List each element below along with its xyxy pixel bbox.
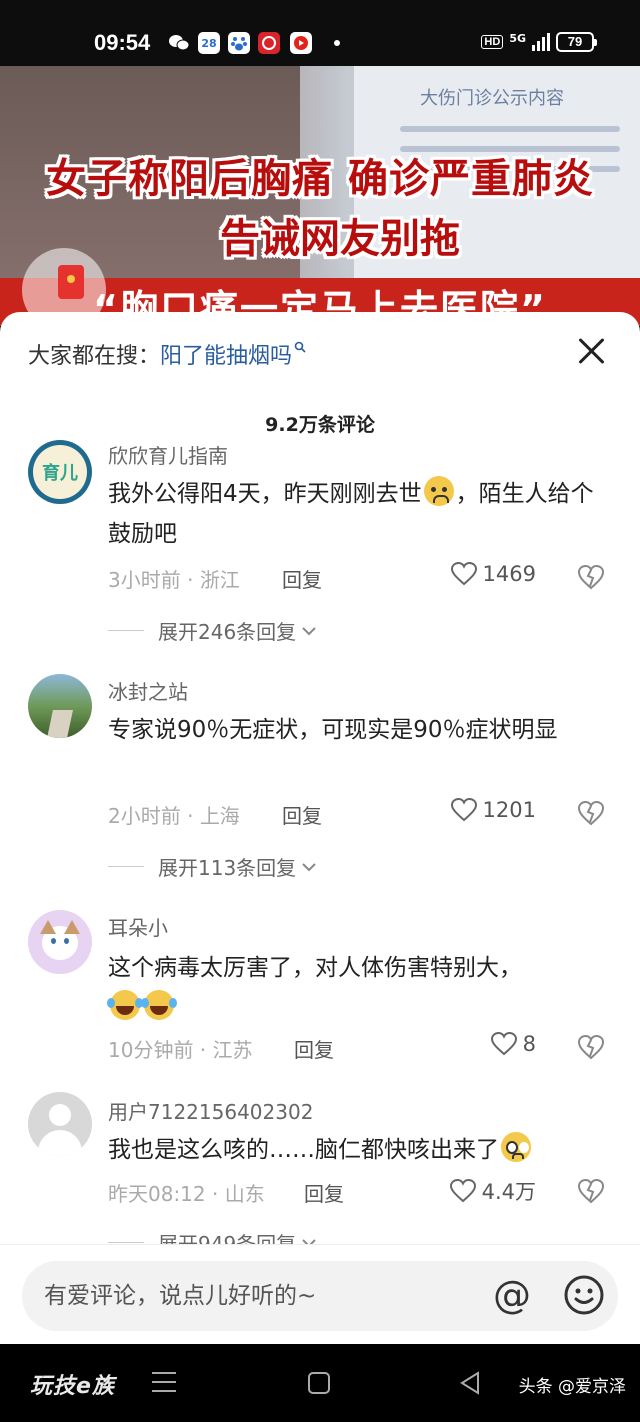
toutiao-watermark: 头条 @爱京泽 [518,1377,626,1397]
heart-icon [450,798,477,822]
hot-search-prefix: 大家都在搜： [28,344,161,369]
video-headline-line2: 告诫网友别拖 [220,216,460,262]
video-app-icon [290,32,312,54]
hot-search-row: 大家都在搜： 阳了能抽烟吗 [28,338,306,370]
menu-icon[interactable] [152,1372,176,1392]
home-icon[interactable] [308,1372,330,1394]
dislike-icon[interactable] [578,800,604,826]
comment-sheet: 大家都在搜： 阳了能抽烟吗 9.2万条评论 育儿 欣欣育儿指南 我外公得阳4天，… [0,312,640,1344]
system-nav-bar: 玩技e族 头条 @爱京泽 [0,1344,640,1422]
dislike-icon[interactable] [578,1034,604,1060]
back-icon[interactable] [458,1370,484,1396]
status-time: 09:54 [94,30,151,55]
dot-icon [326,32,348,54]
comment-text: 我外公得阳4天，昨天刚刚去世 ，陌生人给个鼓励吧 [108,474,608,554]
app-red-icon [258,32,280,54]
reply-button[interactable]: 回复 [282,800,322,829]
heart-icon [490,1032,517,1056]
search-icon [294,341,306,357]
crying-emoji-icon [423,476,454,506]
avatar[interactable] [28,1092,92,1156]
video-headline-line1: 女子称阳后胸痛 确诊严重肺炎 [46,156,594,202]
dislike-icon[interactable] [578,1178,604,1204]
laughing-crying-emoji-icon [141,990,174,1020]
hd-badge: HD [481,35,504,49]
video-board-title: 大伤门诊公示内容 [420,88,564,108]
comment-input-placeholder: 有爱评论，说点儿好听的~ [44,1283,317,1309]
like-count: 1469 [482,562,536,586]
battery-icon: 79 [556,32,597,52]
comment-text: 我也是这么咳的……脑仁都快咳出来了 [108,1130,608,1170]
network-label: 5G [509,31,526,45]
reply-button[interactable]: 回复 [304,1178,344,1207]
like-count: 4.4万 [481,1180,536,1204]
comment-meta: 昨天08:12 · 山东 [108,1182,265,1206]
comment-count: 9.2万条评论 [265,414,375,436]
comment-meta: 2小时前 · 上海 [108,804,240,828]
reply-button[interactable]: 回复 [282,564,322,593]
comment-username[interactable]: 耳朵小 [108,912,168,941]
comment-text: 这个病毒太厉害了，对人体伤害特别大， [107,948,608,1028]
status-right-group: HD 5G 79 [481,31,597,52]
brand-watermark: 玩技e族 [30,1374,115,1399]
comment-meta: 10分钟前 · 江苏 [108,1038,253,1062]
avatar[interactable]: 育儿 [28,440,92,504]
like-count: 1201 [482,798,536,822]
heart-icon [450,562,477,586]
comment-username[interactable]: 冰封之站 [108,676,188,705]
hot-search-link[interactable]: 阳了能抽烟吗 [160,338,292,370]
signal-icon [532,33,550,51]
wechat-icon [168,32,190,54]
comment-username[interactable]: 欣欣育儿指南 [108,440,228,469]
baidu-icon [228,32,250,54]
chevron-down-icon [302,626,316,635]
like-button[interactable]: 8 [490,1032,536,1056]
laughing-crying-emoji-icon [107,990,140,1020]
like-button[interactable]: 1201 [450,798,536,822]
expand-replies[interactable]: 展开113条回复 [108,852,316,881]
red-packet-icon [58,265,84,299]
avatar-text: 育儿 [42,463,78,484]
avatar[interactable] [28,674,92,738]
close-icon[interactable] [576,336,606,366]
like-button[interactable]: 1469 [450,562,536,586]
chevron-down-icon [302,862,316,871]
emoji-picker-icon[interactable] [562,1273,606,1317]
expand-replies[interactable]: 展开246条回复 [108,616,316,645]
comment-username[interactable]: 用户7122156402302 [108,1096,313,1125]
calendar-icon: 28 [198,32,220,54]
heart-icon [449,1179,476,1203]
reply-button[interactable]: 回复 [294,1034,334,1063]
comment-text: 专家说90％无症状，可现实是90％症状明显 [108,717,558,743]
mention-icon[interactable]: @ [490,1273,534,1317]
comment-meta: 3小时前 · 浙江 [108,568,240,592]
dislike-icon[interactable] [578,564,604,590]
comment-input-bar: 有爱评论，说点儿好听的~ @ [0,1244,640,1344]
pleading-emoji-icon [501,1132,531,1162]
like-button[interactable]: 4.4万 [449,1176,536,1206]
like-count: 8 [522,1032,536,1056]
status-bar: 09:54 28 HD 5G 79 [0,0,640,66]
avatar[interactable] [28,910,92,974]
